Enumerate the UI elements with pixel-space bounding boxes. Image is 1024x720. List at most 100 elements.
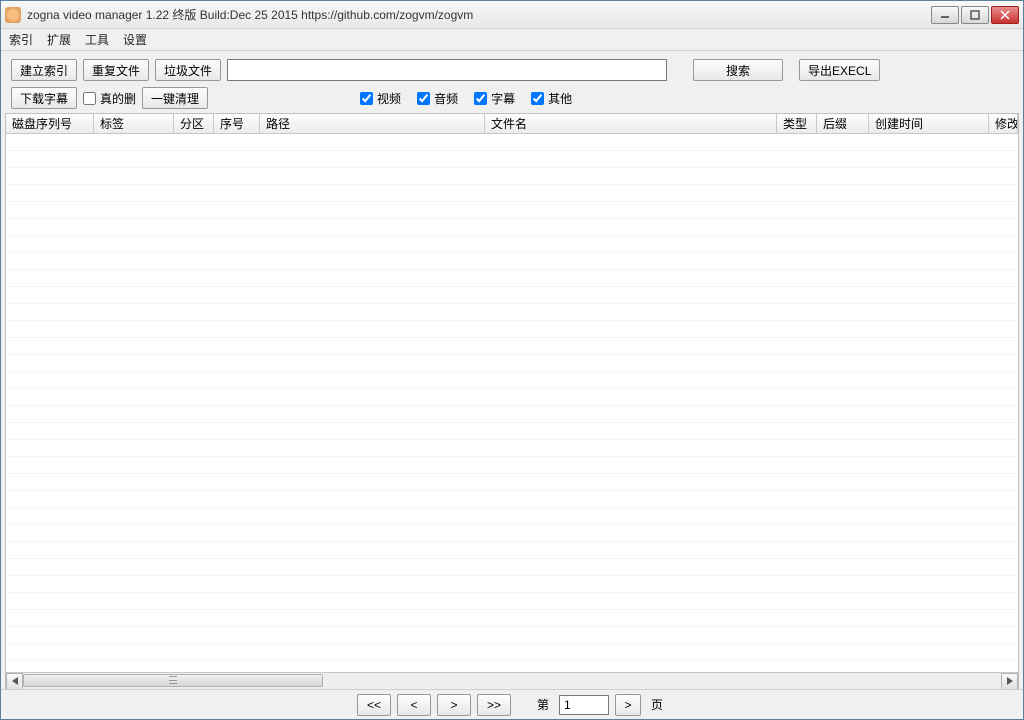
col-label[interactable]: 标签 (94, 114, 174, 133)
col-create-time[interactable]: 创建时间 (869, 114, 989, 133)
really-delete-input[interactable] (83, 92, 96, 105)
table-row[interactable] (6, 525, 1018, 542)
minimize-button[interactable] (931, 6, 959, 24)
filter-video-label: 视频 (377, 90, 401, 107)
filter-subtitle-label: 字幕 (491, 90, 515, 107)
table-row[interactable] (6, 389, 1018, 406)
filter-other[interactable]: 其他 (531, 90, 572, 107)
filter-audio[interactable]: 音频 (417, 90, 458, 107)
pager-page-suffix: 页 (651, 696, 663, 713)
table-row[interactable] (6, 559, 1018, 576)
col-filename[interactable]: 文件名 (485, 114, 777, 133)
download-subtitle-button[interactable]: 下载字幕 (11, 87, 77, 109)
col-disk-serial[interactable]: 磁盘序列号 (6, 114, 94, 133)
table-row[interactable] (6, 406, 1018, 423)
col-seq[interactable]: 序号 (214, 114, 260, 133)
search-button[interactable]: 搜索 (693, 59, 783, 81)
table-row[interactable] (6, 185, 1018, 202)
col-modify[interactable]: 修改 (989, 114, 1018, 133)
filter-audio-label: 音频 (434, 90, 458, 107)
menu-tools[interactable]: 工具 (85, 31, 109, 48)
col-path[interactable]: 路径 (260, 114, 485, 133)
table-row[interactable] (6, 423, 1018, 440)
table-row[interactable] (6, 542, 1018, 559)
table-row[interactable] (6, 491, 1018, 508)
table-row[interactable] (6, 151, 1018, 168)
minimize-icon (940, 10, 950, 20)
table-row[interactable] (6, 338, 1018, 355)
pager: << < > >> 第 > 页 (1, 689, 1023, 719)
table-header: 磁盘序列号 标签 分区 序号 路径 文件名 类型 后缀 创建时间 修改 (6, 114, 1018, 134)
window-title: zogna video manager 1.22 终版 Build:Dec 25… (27, 6, 931, 23)
table-row[interactable] (6, 355, 1018, 372)
menu-extend[interactable]: 扩展 (47, 31, 71, 48)
app-icon (5, 7, 21, 23)
table-row[interactable] (6, 304, 1018, 321)
pager-first-button[interactable]: << (357, 694, 391, 716)
table-row[interactable] (6, 457, 1018, 474)
trash-files-button[interactable]: 垃圾文件 (155, 59, 221, 81)
pager-go-button[interactable]: > (615, 694, 641, 716)
col-ext[interactable]: 后缀 (817, 114, 869, 133)
menu-index[interactable]: 索引 (9, 31, 33, 48)
table-row[interactable] (6, 644, 1018, 661)
hscroll-right-button[interactable] (1001, 673, 1018, 690)
table-row[interactable] (6, 576, 1018, 593)
menubar: 索引 扩展 工具 设置 (1, 29, 1023, 51)
maximize-button[interactable] (961, 6, 989, 24)
table-row[interactable] (6, 270, 1018, 287)
toolbar-row-2: 下载字幕 真的删 一键清理 视频 音频 字幕 (11, 87, 1013, 109)
pager-page-label: 第 (537, 696, 549, 713)
table-row[interactable] (6, 236, 1018, 253)
table-row[interactable] (6, 202, 1018, 219)
table-row[interactable] (6, 593, 1018, 610)
export-excel-button[interactable]: 导出EXECL (799, 59, 880, 81)
table-row[interactable] (6, 134, 1018, 151)
filter-subtitle-input[interactable] (474, 92, 487, 105)
table-row[interactable] (6, 168, 1018, 185)
pager-next-button[interactable]: > (437, 694, 471, 716)
table-row[interactable] (6, 610, 1018, 627)
close-button[interactable] (991, 6, 1019, 24)
duplicate-files-button[interactable]: 重复文件 (83, 59, 149, 81)
filter-other-input[interactable] (531, 92, 544, 105)
toolbar-row-2-left: 下载字幕 真的删 一键清理 (11, 87, 208, 109)
table-row[interactable] (6, 372, 1018, 389)
hscroll-thumb[interactable] (23, 674, 323, 687)
pager-prev-button[interactable]: < (397, 694, 431, 716)
table-row[interactable] (6, 661, 1018, 672)
app-window: zogna video manager 1.22 终版 Build:Dec 25… (0, 0, 1024, 720)
table-row[interactable] (6, 219, 1018, 236)
toolbar: 建立索引 重复文件 垃圾文件 搜索 导出EXECL 下载字幕 真的删 一键清理 … (1, 51, 1023, 113)
table-row[interactable] (6, 474, 1018, 491)
table-row[interactable] (6, 287, 1018, 304)
table-row[interactable] (6, 508, 1018, 525)
build-index-button[interactable]: 建立索引 (11, 59, 77, 81)
search-input[interactable] (227, 59, 667, 81)
content-area: 磁盘序列号 标签 分区 序号 路径 文件名 类型 后缀 创建时间 修改 (5, 113, 1019, 689)
triangle-right-icon (1007, 677, 1013, 685)
toolbar-row-1: 建立索引 重复文件 垃圾文件 搜索 导出EXECL (11, 59, 1013, 81)
filter-video-input[interactable] (360, 92, 373, 105)
table-row[interactable] (6, 253, 1018, 270)
table-row[interactable] (6, 321, 1018, 338)
col-type[interactable]: 类型 (777, 114, 817, 133)
filter-audio-input[interactable] (417, 92, 430, 105)
table-body[interactable] (6, 134, 1018, 672)
close-icon (1000, 10, 1010, 20)
table-row[interactable] (6, 440, 1018, 457)
filter-video[interactable]: 视频 (360, 90, 401, 107)
really-delete-checkbox[interactable]: 真的删 (83, 90, 136, 107)
col-partition[interactable]: 分区 (174, 114, 214, 133)
table-row[interactable] (6, 627, 1018, 644)
hscroll-grip-icon (169, 676, 177, 684)
menu-settings[interactable]: 设置 (123, 31, 147, 48)
hscroll-left-button[interactable] (6, 673, 23, 690)
pager-last-button[interactable]: >> (477, 694, 511, 716)
triangle-left-icon (12, 677, 18, 685)
titlebar[interactable]: zogna video manager 1.22 终版 Build:Dec 25… (1, 1, 1023, 29)
filter-subtitle[interactable]: 字幕 (474, 90, 515, 107)
hscroll-track[interactable] (23, 673, 1001, 690)
pager-page-input[interactable] (559, 695, 609, 715)
one-click-clean-button[interactable]: 一键清理 (142, 87, 208, 109)
